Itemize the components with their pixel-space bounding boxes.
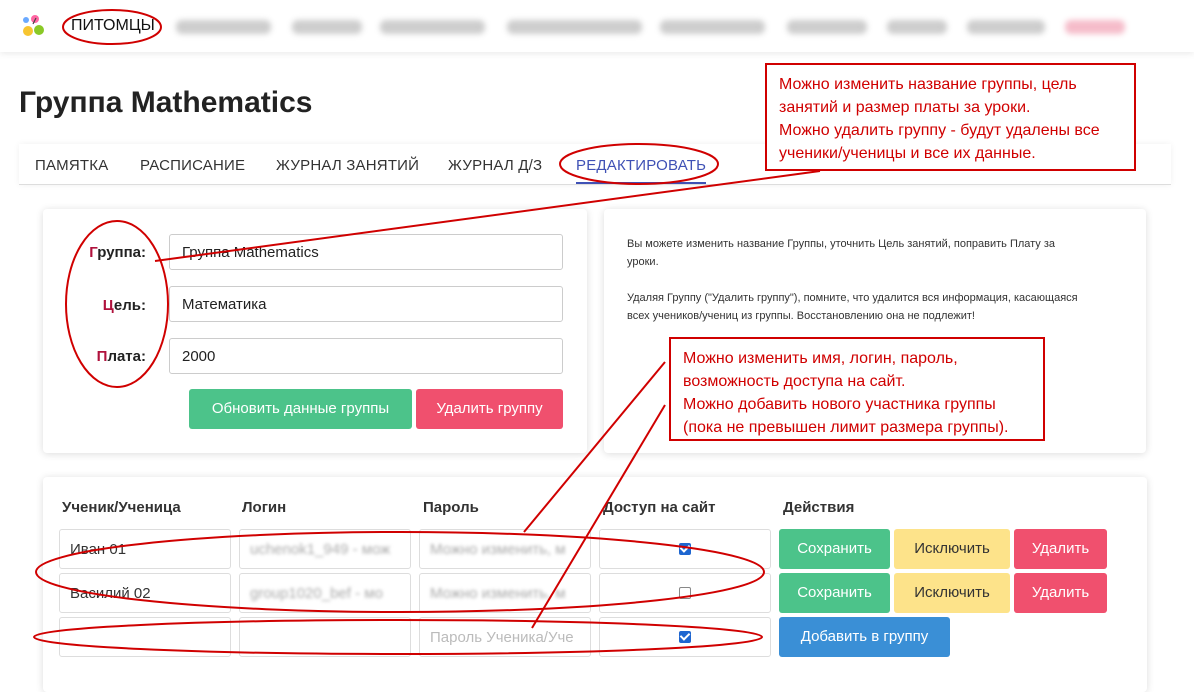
tab-edit[interactable]: РЕДАКТИРОВАТЬ [576, 157, 707, 184]
annotation-line: Можно изменить имя, логин, пароль, [683, 350, 958, 367]
new-login-input[interactable] [239, 617, 411, 657]
nav-item-blurred[interactable] [660, 20, 765, 34]
login-input[interactable]: group1020_bef - мо [239, 573, 411, 613]
logo-icon[interactable] [19, 10, 49, 40]
nav-item-blurred[interactable] [787, 20, 867, 34]
new-student-name-input[interactable] [59, 617, 231, 657]
delete-member-button[interactable]: Удалить [1014, 573, 1107, 613]
annotation-line: ученики/ученицы и все их данные. [779, 145, 1036, 162]
access-checkbox[interactable] [679, 543, 691, 555]
nav-item-blurred[interactable] [292, 20, 362, 34]
access-checkbox[interactable] [679, 587, 691, 599]
annotation-note-group: Можно изменить название группы, цель зан… [765, 63, 1136, 171]
add-to-group-button[interactable]: Добавить в группу [779, 617, 950, 657]
exclude-member-button[interactable]: Исключить [894, 529, 1010, 569]
tab-lessons-journal[interactable]: ЖУРНАЛ ЗАНЯТИЙ [276, 157, 419, 174]
annotation-line: Можно добавить нового участника группы [683, 396, 996, 413]
update-group-button[interactable]: Обновить данные группы [189, 389, 412, 429]
nav-item-blurred[interactable] [176, 20, 271, 34]
nav-item-blurred[interactable] [507, 20, 642, 34]
new-password-input[interactable]: Пароль Ученика/Уче [419, 617, 591, 657]
new-access-checkbox[interactable] [679, 631, 691, 643]
column-header-login: Логин [242, 499, 287, 516]
tab-schedule[interactable]: РАСПИСАНИЕ [140, 157, 245, 174]
goal-input[interactable]: Математика [169, 286, 563, 322]
nav-item-blurred[interactable] [967, 20, 1045, 34]
annotation-note-members: Можно изменить имя, логин, пароль, возмо… [669, 337, 1045, 441]
column-header-password: Пароль [423, 499, 479, 516]
info-line: Вы можете изменить название Группы, уточ… [627, 238, 1056, 250]
save-member-button[interactable]: Сохранить [779, 573, 890, 613]
top-navbar: ПИТОМЦЫ [0, 0, 1194, 52]
annotation-line: (пока не превышен лимит размера группы). [683, 419, 1009, 436]
fee-label: Плата: [96, 348, 146, 365]
annotation-line: Можно изменить название группы, цель [779, 76, 1077, 93]
column-header-access: Доступ на сайт [603, 499, 716, 516]
column-header-actions: Действия [783, 499, 855, 516]
delete-group-button[interactable]: Удалить группу [416, 389, 563, 429]
exclude-member-button[interactable]: Исключить [894, 573, 1010, 613]
info-line: уроки. [627, 256, 659, 268]
goal-label: Цель: [102, 297, 146, 314]
info-line: Удаляя Группу ("Удалить группу"), помнит… [627, 292, 1078, 304]
delete-member-button[interactable]: Удалить [1014, 529, 1107, 569]
annotation-line: занятий и размер платы за уроки. [779, 99, 1031, 116]
student-name-input[interactable]: Иван 01 [59, 529, 231, 569]
group-label: Группа: [89, 244, 146, 261]
tab-homework-journal[interactable]: ЖУРНАЛ Д/З [448, 157, 542, 174]
student-name-input[interactable]: Василий 02 [59, 573, 231, 613]
group-name-input[interactable]: Группа Mathematics [169, 234, 563, 270]
save-member-button[interactable]: Сохранить [779, 529, 890, 569]
password-input[interactable]: Можно изменить, м [419, 529, 591, 569]
nav-item-blurred[interactable] [1065, 20, 1125, 34]
tab-memo[interactable]: ПАМЯТКА [35, 157, 108, 174]
nav-item-blurred[interactable] [380, 20, 485, 34]
annotation-line: возможность доступа на сайт. [683, 373, 906, 390]
info-line: всех учеников/учениц из группы. Восстано… [627, 310, 975, 322]
fee-input[interactable]: 2000 [169, 338, 563, 374]
nav-item-pets[interactable]: ПИТОМЦЫ [71, 17, 155, 35]
annotation-line: Можно удалить группу - будут удалены все [779, 122, 1100, 139]
login-input[interactable]: uchenok1_949 - мож [239, 529, 411, 569]
password-input[interactable]: Можно изменить, м [419, 573, 591, 613]
page-title: Группа Mathematics [19, 86, 313, 119]
column-header-student: Ученик/Ученица [62, 499, 181, 516]
nav-item-blurred[interactable] [887, 20, 947, 34]
